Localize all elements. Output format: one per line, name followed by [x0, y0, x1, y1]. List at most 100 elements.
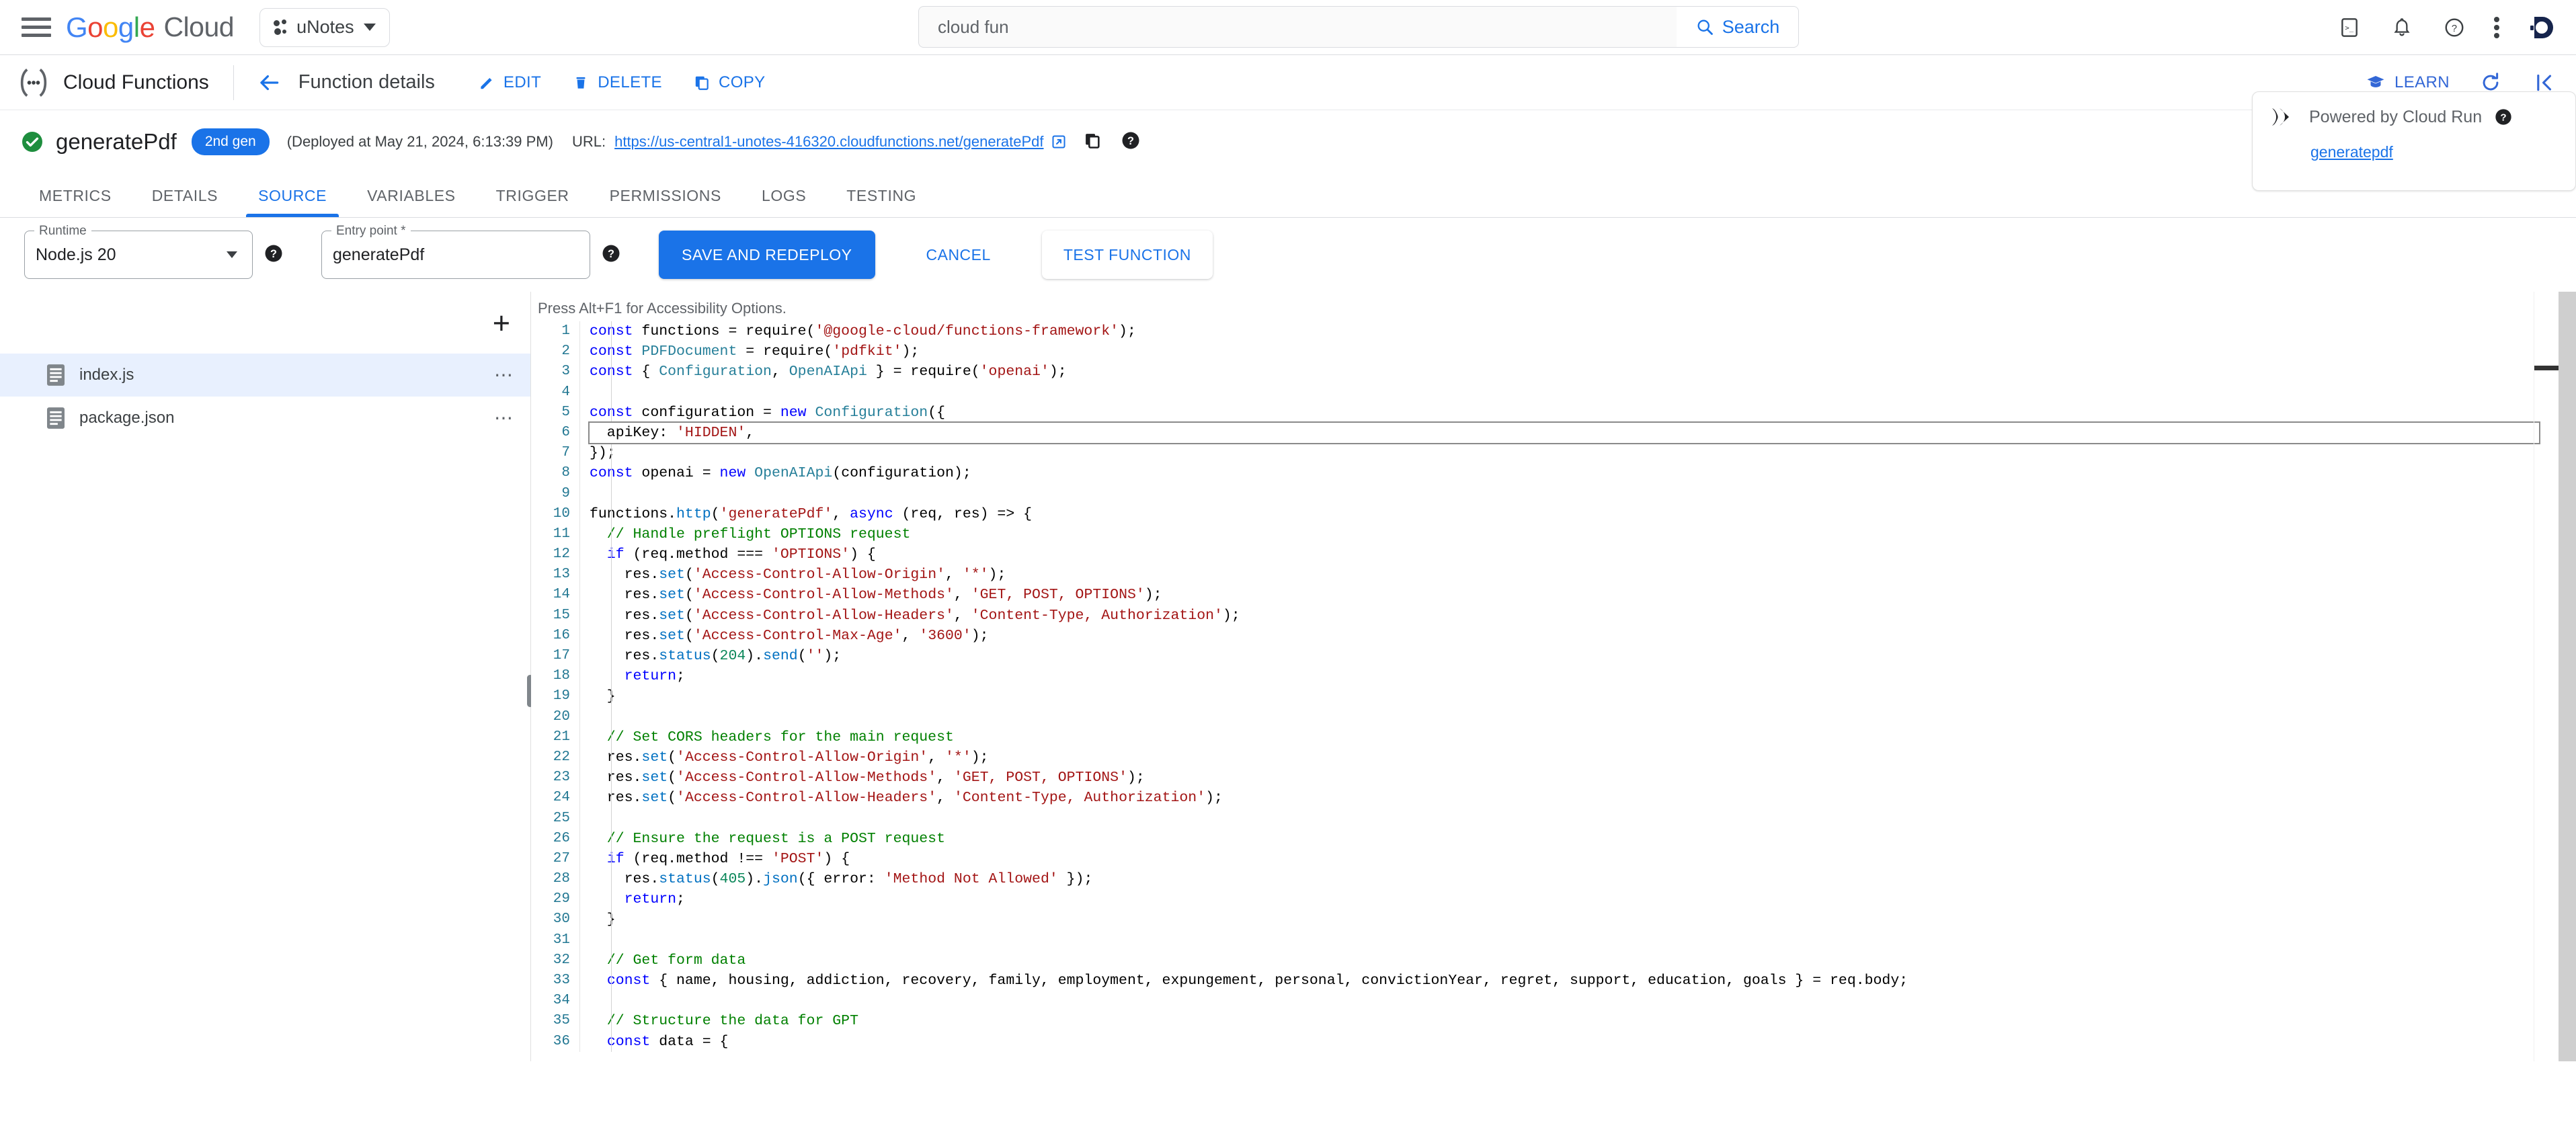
code-line[interactable]: const { Configuration, OpenAIApi } = req…	[590, 362, 2576, 382]
cloud-run-title-row: Powered by Cloud Run ?	[2270, 106, 2558, 128]
tab-trigger[interactable]: TRIGGER	[476, 174, 590, 217]
entry-point-help-icon[interactable]: ?	[601, 243, 621, 267]
code-line[interactable]: const configuration = new Configuration(…	[590, 403, 2576, 423]
copy-url-icon[interactable]	[1083, 131, 1102, 153]
code-line[interactable]	[590, 707, 2576, 727]
function-url-link[interactable]: https://us-central1-unotes-416320.cloudf…	[614, 133, 1043, 151]
accessibility-hint: Press Alt+F1 for Accessibility Options.	[538, 300, 787, 317]
code-line[interactable]: // Ensure the request is a POST request	[590, 829, 2576, 849]
account-avatar[interactable]	[2526, 13, 2556, 42]
editor-vertical-scrollbar[interactable]	[2559, 292, 2576, 1061]
page-actions: EDIT DELETE COPY	[478, 73, 766, 92]
tab-testing[interactable]: TESTING	[826, 174, 936, 217]
code-lines[interactable]: const functions = require('@google-cloud…	[579, 321, 2576, 1052]
runtime-help-icon[interactable]: ?	[264, 243, 284, 267]
tab-permissions[interactable]: PERMISSIONS	[590, 174, 741, 217]
edit-button[interactable]: EDIT	[478, 73, 541, 92]
function-header: generatePdf 2nd gen (Deployed at May 21,…	[0, 91, 2576, 191]
code-line[interactable]	[590, 382, 2576, 403]
code-line[interactable]: }	[590, 909, 2576, 930]
cloud-shell-icon[interactable]: >_	[2337, 15, 2362, 40]
code-line[interactable]: if (req.method !== 'POST') {	[590, 849, 2576, 869]
cloud-run-service-link[interactable]: generatepdf	[2310, 143, 2558, 161]
learn-button[interactable]: LEARN	[2366, 73, 2450, 93]
cloud-run-help-icon[interactable]: ?	[2494, 108, 2513, 126]
help-icon[interactable]: ?	[2442, 15, 2467, 40]
copy-button[interactable]: COPY	[693, 73, 766, 92]
code-line[interactable]: // Get form data	[590, 950, 2576, 971]
file-more-options-icon[interactable]: ⋯	[494, 366, 514, 384]
cloud-functions-icon	[16, 65, 51, 100]
code-line[interactable]: // Set CORS headers for the main request	[590, 727, 2576, 747]
cancel-button[interactable]: CANCEL	[905, 231, 1012, 279]
check-circle-icon	[20, 130, 44, 154]
search-input[interactable]	[919, 16, 1672, 38]
code-line[interactable]: res.status(204).send('');	[590, 646, 2576, 666]
code-line[interactable]: functions.http('generatePdf', async (req…	[590, 504, 2576, 524]
code-line[interactable]: const functions = require('@google-cloud…	[590, 321, 2576, 341]
line-number: 24	[553, 790, 570, 806]
code-line[interactable]	[590, 484, 2576, 504]
code-line[interactable]: const openai = new OpenAIApi(configurati…	[590, 463, 2576, 483]
top-bar-actions: >_ ?	[2337, 0, 2556, 55]
code-line[interactable]: res.set('Access-Control-Allow-Headers', …	[590, 788, 2576, 808]
add-file-icon[interactable]: +	[493, 308, 510, 338]
tab-source[interactable]: SOURCE	[238, 174, 347, 217]
code-line[interactable]: // Structure the data for GPT	[590, 1011, 2576, 1031]
runtime-label: Runtime	[34, 224, 91, 239]
search-icon	[1697, 19, 1713, 35]
source-main-area: + index.js ⋯ package.json ⋯ Press Alt+F1…	[0, 292, 2576, 1061]
file-name: index.js	[79, 366, 134, 384]
code-line[interactable]	[590, 809, 2576, 829]
line-number: 35	[553, 1013, 570, 1029]
code-line[interactable]: return;	[590, 889, 2576, 909]
code-line[interactable]	[590, 930, 2576, 950]
code-line[interactable]: const PDFDocument = require('pdfkit');	[590, 341, 2576, 362]
save-and-redeploy-button[interactable]: SAVE AND REDEPLOY	[659, 231, 875, 279]
file-more-options-icon[interactable]: ⋯	[494, 409, 514, 427]
delete-button[interactable]: DELETE	[572, 73, 662, 92]
tab-variables[interactable]: VARIABLES	[347, 174, 476, 217]
search-box[interactable]: ✕	[918, 6, 1712, 48]
line-number: 13	[553, 567, 570, 583]
code-line[interactable]: res.set('Access-Control-Allow-Origin', '…	[590, 565, 2576, 585]
line-number: 34	[553, 993, 570, 1009]
code-line[interactable]: res.set('Access-Control-Allow-Methods', …	[590, 585, 2576, 605]
code-line[interactable]: }	[590, 686, 2576, 706]
url-help-icon[interactable]: ?	[1121, 130, 1141, 154]
search-button[interactable]: Search	[1677, 6, 1799, 48]
code-line[interactable]: res.set('Access-Control-Allow-Origin', '…	[590, 747, 2576, 768]
code-line[interactable]: const data = {	[590, 1032, 2576, 1052]
runtime-select[interactable]: Runtime Node.js 20	[24, 224, 253, 279]
code-line[interactable]: if (req.method === 'OPTIONS') {	[590, 544, 2576, 565]
more-options-icon[interactable]	[2494, 15, 2499, 40]
tab-metrics[interactable]: METRICS	[19, 174, 132, 217]
code-line[interactable]: res.status(405).json({ error: 'Method No…	[590, 869, 2576, 889]
line-number: 22	[553, 749, 570, 765]
code-editor[interactable]: Press Alt+F1 for Accessibility Options. …	[531, 292, 2576, 1061]
code-line[interactable]: return;	[590, 666, 2576, 686]
code-line[interactable]: res.set('Access-Control-Allow-Headers', …	[590, 606, 2576, 626]
code-line[interactable]: res.set('Access-Control-Allow-Methods', …	[590, 768, 2576, 788]
test-function-button[interactable]: TEST FUNCTION	[1041, 231, 1213, 279]
powered-by-cloud-run-card: Powered by Cloud Run ? generatepdf	[2252, 91, 2576, 191]
code-line[interactable]	[590, 991, 2576, 1011]
project-selector[interactable]: uNotes	[259, 7, 390, 47]
code-line[interactable]: // Handle preflight OPTIONS request	[590, 524, 2576, 544]
code-line[interactable]: const { name, housing, addiction, recove…	[590, 971, 2576, 991]
line-number: 9	[561, 485, 570, 501]
notifications-icon[interactable]	[2389, 15, 2415, 40]
back-arrow-icon[interactable]	[254, 68, 284, 97]
open-in-new-icon[interactable]	[1051, 134, 1067, 150]
line-number: 31	[553, 932, 570, 948]
tab-details[interactable]: DETAILS	[132, 174, 238, 217]
google-cloud-logo[interactable]: Go o g l e Cloud	[66, 11, 235, 44]
hamburger-menu-icon[interactable]	[22, 16, 51, 39]
code-line[interactable]: });	[590, 443, 2576, 463]
file-tree-item-package-json[interactable]: package.json ⋯	[0, 397, 530, 440]
entry-point-input[interactable]: Entry point * generatePdf	[321, 224, 590, 279]
code-line[interactable]: res.set('Access-Control-Max-Age', '3600'…	[590, 626, 2576, 646]
code-line[interactable]: apiKey: 'HIDDEN',	[588, 421, 2540, 445]
file-tree-item-index-js[interactable]: index.js ⋯	[0, 354, 530, 397]
tab-logs[interactable]: LOGS	[741, 174, 826, 217]
